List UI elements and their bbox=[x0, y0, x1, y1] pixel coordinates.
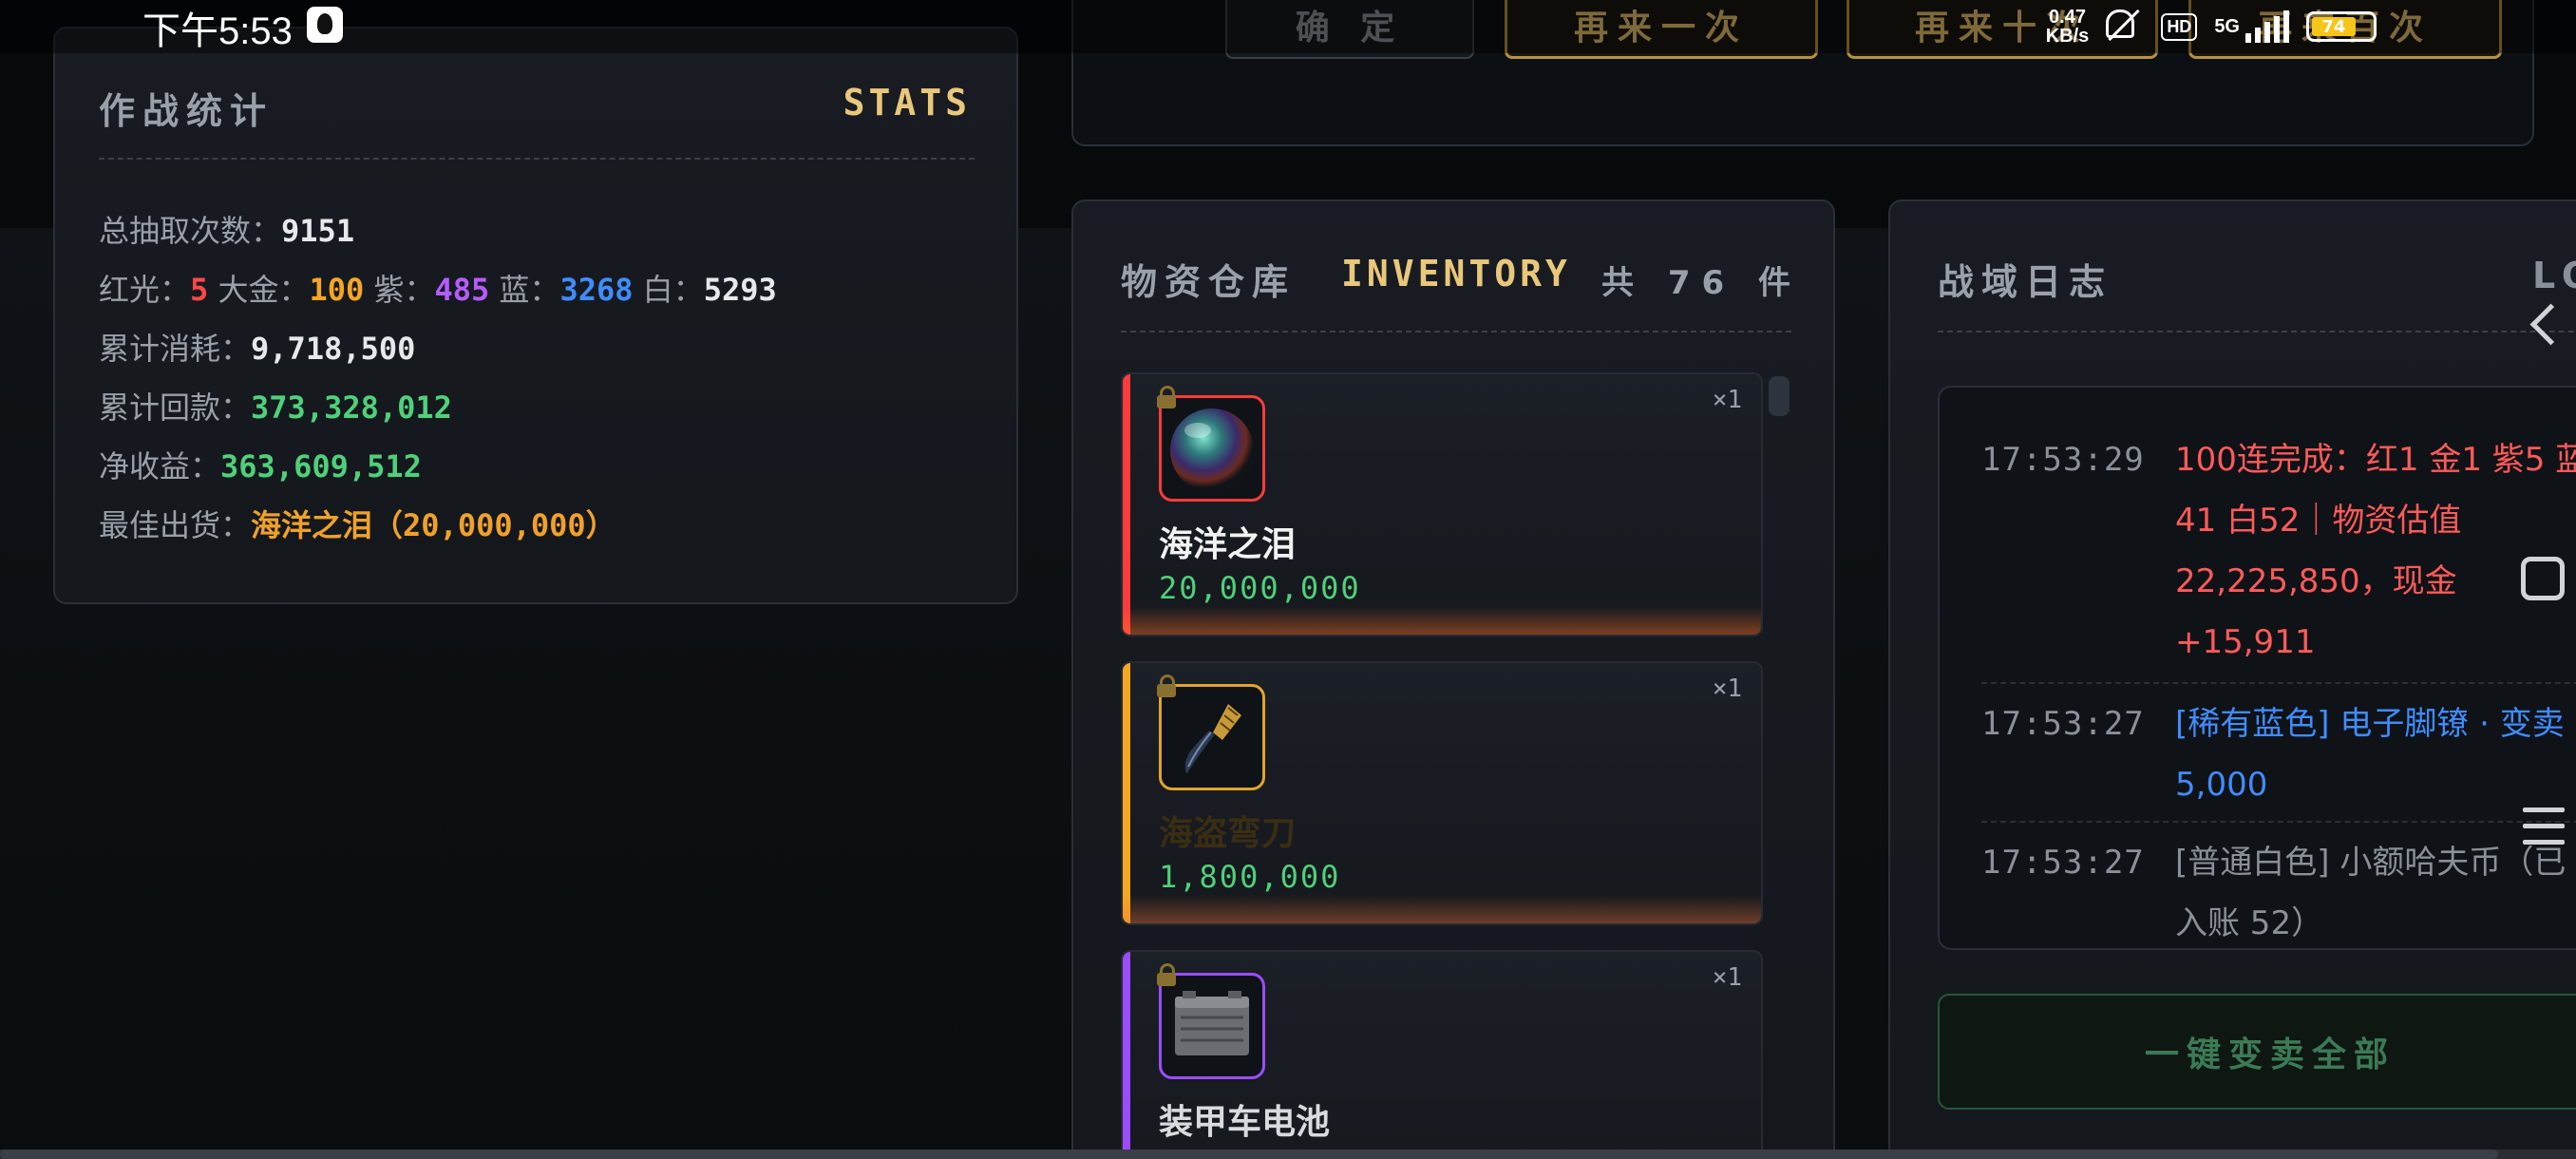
rarity-glow bbox=[1123, 606, 1761, 635]
stat-label: 总抽取次数： bbox=[99, 213, 282, 249]
sell-all-button[interactable]: 一键变卖全部 bbox=[1938, 994, 2576, 1110]
net-speed-value: 0.47 bbox=[2049, 7, 2086, 28]
stat-label: 蓝： bbox=[499, 272, 560, 308]
log-separator bbox=[1981, 682, 2576, 684]
stat-blue-count: 3268 bbox=[559, 272, 634, 308]
stat-label: 净收益： bbox=[99, 448, 221, 484]
stat-net: 净收益：363,609,512 bbox=[99, 443, 422, 486]
item-name: 海盗弯刀 bbox=[1159, 814, 1297, 853]
lock-icon[interactable] bbox=[1157, 386, 1176, 408]
stat-label: 大金： bbox=[218, 272, 310, 308]
stat-gold-count: 100 bbox=[309, 272, 365, 308]
network-type: 5G bbox=[2214, 15, 2240, 37]
stats-title: 作战统计 bbox=[99, 90, 275, 132]
stat-label: 最佳出货： bbox=[99, 507, 252, 543]
stat-value: 373,328,012 bbox=[251, 390, 452, 426]
status-bar: 下午5:53 0.47 KB/s HD 5G 74 bbox=[0, 0, 2576, 53]
item-quantity: ×1 bbox=[1712, 386, 1742, 414]
hd-icon: HD bbox=[2161, 12, 2198, 41]
lock-icon[interactable] bbox=[1157, 674, 1176, 697]
mute-bell-icon bbox=[2106, 10, 2144, 44]
lock-icon[interactable] bbox=[1157, 963, 1176, 986]
battery-box-icon bbox=[1159, 973, 1265, 1079]
status-icons: 0.47 KB/s HD 5G 74 bbox=[2046, 0, 2377, 53]
rarity-stripe bbox=[1123, 952, 1130, 1159]
inventory-item[interactable]: ×1 海盗弯刀 1,800,000 bbox=[1121, 661, 1763, 925]
rarity-glow bbox=[1123, 895, 1761, 923]
net-speed: 0.47 KB/s bbox=[2046, 8, 2090, 46]
log-text: [稀有蓝色] 电子脚镣 · 变卖 5,000 bbox=[2175, 705, 2565, 804]
stat-label: 红光： bbox=[99, 272, 191, 308]
stat-label: 累计回款： bbox=[99, 390, 252, 426]
qq-notification-icon bbox=[307, 7, 343, 43]
stat-label: 紫： bbox=[373, 272, 435, 308]
inventory-title-en: INVENTORY bbox=[1341, 253, 1571, 294]
log-time: 17:53:29 bbox=[1981, 441, 2145, 479]
stats-divider bbox=[99, 158, 975, 160]
inventory-item[interactable]: ×1 海洋之泪 20,000,000 bbox=[1121, 372, 1763, 636]
stat-total-draws: 总抽取次数：9151 bbox=[99, 207, 354, 251]
stat-value: 9151 bbox=[281, 213, 355, 249]
stat-best: 最佳出货：海洋之泪（20,000,000） bbox=[99, 502, 616, 545]
status-time: 下午5:53 bbox=[142, 10, 293, 52]
stat-label: 白： bbox=[642, 272, 704, 308]
stat-white-count: 5293 bbox=[703, 272, 777, 308]
log-separator bbox=[1981, 821, 2576, 823]
log-list[interactable]: 17:53:29 100连完成：红1 金1 紫5 蓝41 白52｜物资估值 22… bbox=[1938, 386, 2576, 950]
menu-icon[interactable] bbox=[2523, 808, 2565, 846]
home-icon[interactable] bbox=[2521, 557, 2565, 600]
stat-cost: 累计消耗：9,718,500 bbox=[99, 325, 415, 369]
log-text: 100连完成：红1 金1 紫5 蓝41 白52｜物资估值 22,225,850，… bbox=[2175, 441, 2576, 661]
item-name: 装甲车电池 bbox=[1159, 1103, 1331, 1142]
inventory-item[interactable]: ×1 装甲车电池 bbox=[1121, 950, 1763, 1159]
rarity-stripe bbox=[1123, 663, 1130, 923]
item-quantity: ×1 bbox=[1712, 963, 1742, 992]
stat-red-count: 5 bbox=[190, 272, 209, 308]
stat-value: 9,718,500 bbox=[251, 331, 416, 367]
stat-value: 海洋之泪（20,000,000） bbox=[251, 507, 616, 543]
item-value: 1,800,000 bbox=[1159, 859, 1341, 895]
inventory-count: 共 76 件 bbox=[1601, 264, 1802, 302]
dagger-icon bbox=[1159, 684, 1265, 790]
rarity-stripe bbox=[1123, 374, 1130, 635]
inventory-scrollbar[interactable] bbox=[1769, 376, 1790, 416]
log-title: 战域日志 bbox=[1938, 261, 2113, 303]
net-speed-unit: KB/s bbox=[2045, 26, 2090, 47]
stat-value: 363,609,512 bbox=[220, 448, 422, 484]
stat-return: 累计回款：373,328,012 bbox=[99, 384, 452, 428]
signal-icon bbox=[2245, 10, 2289, 43]
stats-panel: 作战统计 STATS 总抽取次数：9151 红光：5 大金：100 紫：485 … bbox=[53, 27, 1018, 604]
stat-rarity-counts: 红光：5 大金：100 紫：485 蓝：3268 白：5293 bbox=[99, 266, 777, 310]
inventory-title: 物资仓库 bbox=[1121, 261, 1297, 303]
horizontal-scrollbar-thumb[interactable] bbox=[0, 1150, 2498, 1159]
log-time: 17:53:27 bbox=[1981, 705, 2145, 743]
stats-title-en: STATS bbox=[843, 82, 971, 124]
log-time: 17:53:27 bbox=[1981, 844, 2145, 882]
log-divider bbox=[1938, 331, 2576, 332]
battery-icon: 74 bbox=[2306, 11, 2377, 42]
back-icon[interactable] bbox=[2527, 302, 2557, 350]
stat-label: 累计消耗： bbox=[99, 331, 252, 367]
orb-icon bbox=[1159, 395, 1265, 502]
log-text: [普通白色] 小额哈夫币（已入账 52） bbox=[2175, 844, 2567, 942]
item-quantity: ×1 bbox=[1712, 674, 1742, 703]
item-name: 海洋之泪 bbox=[1159, 525, 1297, 564]
stat-purple-count: 485 bbox=[434, 272, 490, 308]
log-title-en: LO bbox=[2532, 255, 2576, 296]
inventory-divider bbox=[1121, 331, 1791, 332]
battery-level: 74 bbox=[2312, 17, 2356, 37]
item-value: 20,000,000 bbox=[1159, 570, 1361, 606]
